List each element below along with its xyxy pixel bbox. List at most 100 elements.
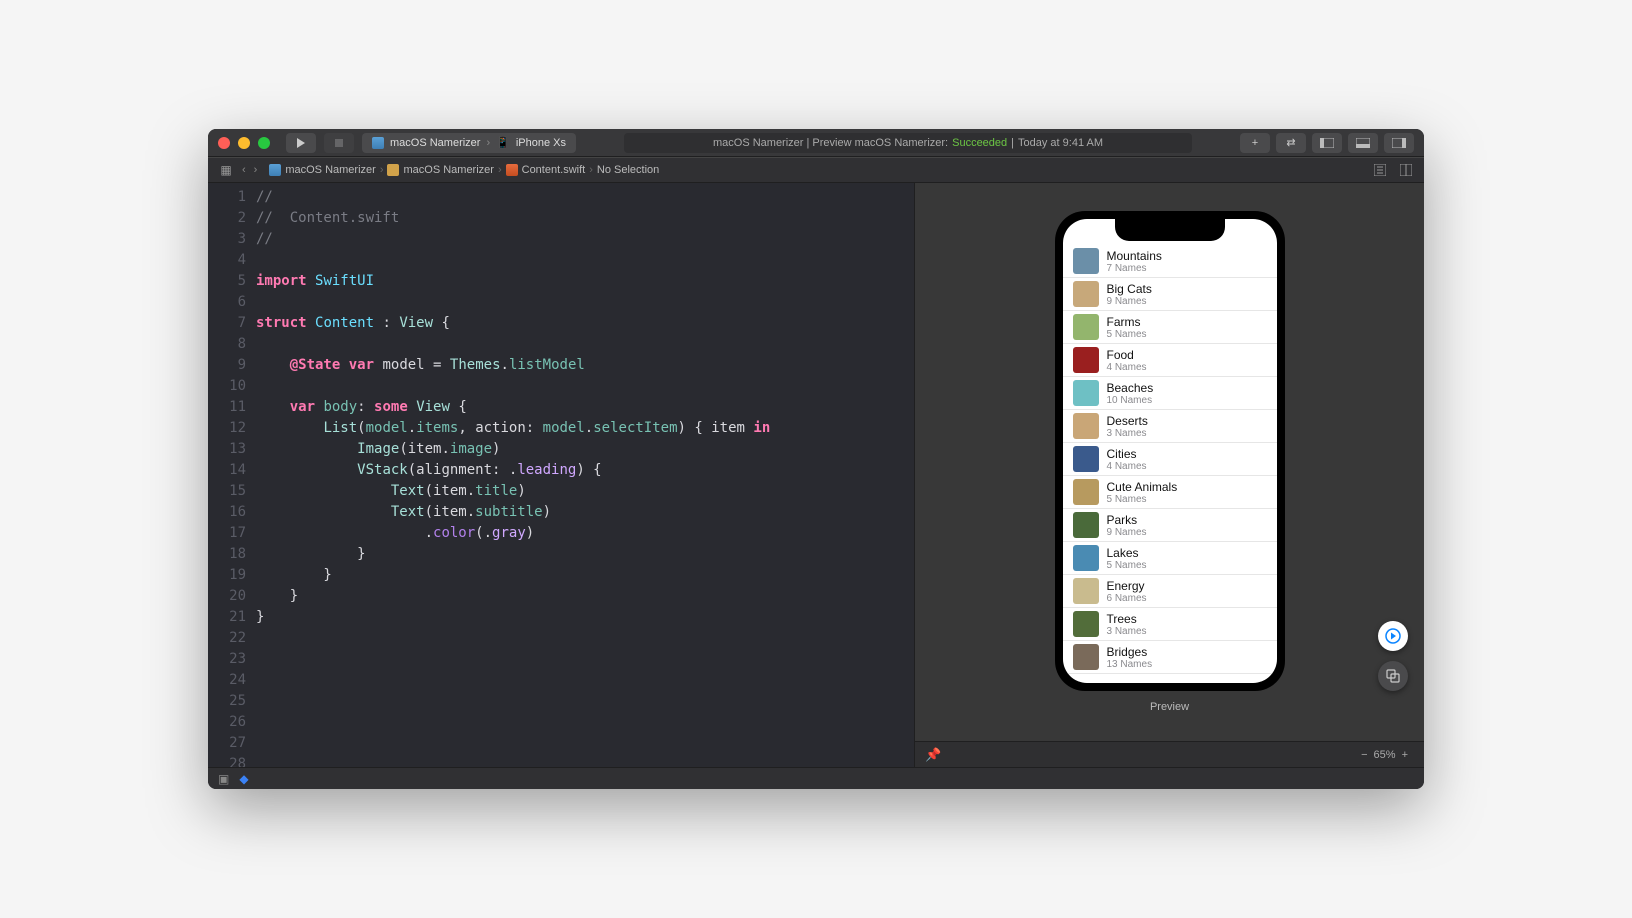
breadcrumb-label: Content.swift <box>522 164 586 176</box>
list-item[interactable]: Parks9 Names <box>1063 509 1277 542</box>
list-item[interactable]: Cities4 Names <box>1063 443 1277 476</box>
file-icon <box>506 164 518 176</box>
code-body[interactable]: //// Content.swift// import SwiftUI struct… <box>256 183 914 767</box>
list-item[interactable]: Farms5 Names <box>1063 311 1277 344</box>
code-line[interactable]: import SwiftUI <box>256 271 914 292</box>
list-item-title: Beaches <box>1107 381 1154 395</box>
list-item-title: Food <box>1107 348 1147 362</box>
scheme-selector[interactable]: macOS Namerizer › 📱 iPhone Xs <box>362 133 576 153</box>
toggle-right-panel[interactable] <box>1384 133 1414 153</box>
library-button[interactable]: + <box>1240 133 1270 153</box>
breadcrumb-item[interactable]: macOS Namerizer <box>387 164 493 176</box>
code-line[interactable] <box>256 292 914 313</box>
code-line[interactable]: Text(item.title) <box>256 481 914 502</box>
list-item-text: Cities4 Names <box>1107 447 1147 472</box>
related-items-button[interactable]: ▦ <box>216 161 236 179</box>
code-line[interactable]: } <box>256 586 914 607</box>
list-item[interactable]: Food4 Names <box>1063 344 1277 377</box>
line-number: 10 <box>212 376 246 397</box>
code-line[interactable]: } <box>256 565 914 586</box>
code-line[interactable] <box>256 334 914 355</box>
code-line[interactable] <box>256 754 914 767</box>
code-review-button[interactable]: ⇄ <box>1276 133 1306 153</box>
duplicate-preview-button[interactable] <box>1378 661 1408 691</box>
list-item[interactable]: Beaches10 Names <box>1063 377 1277 410</box>
adjust-editor-button[interactable] <box>1396 161 1416 179</box>
app-icon <box>372 137 384 149</box>
toggle-left-panel[interactable] <box>1312 133 1342 153</box>
list-item-text: Farms5 Names <box>1107 315 1147 340</box>
zoom-in-button[interactable]: + <box>1396 749 1414 761</box>
code-line[interactable]: // <box>256 229 914 250</box>
code-line[interactable]: } <box>256 607 914 628</box>
folder-icon <box>387 164 399 176</box>
breadcrumbs: macOS Namerizer›macOS Namerizer›Content.… <box>269 164 659 176</box>
list-item-text: Food4 Names <box>1107 348 1147 373</box>
list-item-subtitle: 9 Names <box>1107 296 1152 307</box>
code-line[interactable]: struct Content : View { <box>256 313 914 334</box>
list-item[interactable]: Energy6 Names <box>1063 575 1277 608</box>
code-line[interactable]: Image(item.image) <box>256 439 914 460</box>
line-number: 22 <box>212 628 246 649</box>
code-line[interactable]: var body: some View { <box>256 397 914 418</box>
code-line[interactable]: VStack(alignment: .leading) { <box>256 460 914 481</box>
list-item[interactable]: Bridges13 Names <box>1063 641 1277 674</box>
list-item-thumbnail <box>1073 479 1099 505</box>
pin-button[interactable]: 📌 <box>925 747 941 763</box>
code-editor[interactable]: 1234567891011121314151617181920212223242… <box>208 183 914 767</box>
code-line[interactable]: // Content.swift <box>256 208 914 229</box>
list-item[interactable]: Trees3 Names <box>1063 608 1277 641</box>
code-line[interactable]: Text(item.subtitle) <box>256 502 914 523</box>
preview-canvas[interactable]: Mountains7 NamesBig Cats9 Names Farms5 Na… <box>915 183 1424 741</box>
line-number: 2 <box>212 208 246 229</box>
zoom-level: 65% <box>1374 749 1396 761</box>
stop-button[interactable] <box>324 133 354 153</box>
list-item[interactable]: Deserts3 Names <box>1063 410 1277 443</box>
forward-button[interactable]: › <box>254 164 258 176</box>
list-item-subtitle: 7 Names <box>1107 263 1162 274</box>
list-item-subtitle: 13 Names <box>1107 659 1153 670</box>
close-window-button[interactable] <box>218 137 230 149</box>
code-line[interactable] <box>256 691 914 712</box>
code-line[interactable] <box>256 733 914 754</box>
list-item[interactable]: Mountains7 Names <box>1063 245 1277 278</box>
code-line[interactable] <box>256 670 914 691</box>
live-preview-button[interactable] <box>1378 621 1408 651</box>
list-item-thumbnail <box>1073 347 1099 373</box>
code-line[interactable] <box>256 376 914 397</box>
back-button[interactable]: ‹ <box>242 164 246 176</box>
code-line[interactable] <box>256 712 914 733</box>
toggle-bottom-panel[interactable] <box>1348 133 1378 153</box>
code-line[interactable]: // <box>256 187 914 208</box>
run-button[interactable] <box>286 133 316 153</box>
preview-label: Preview <box>1150 701 1189 713</box>
list-item[interactable]: Lakes5 Names <box>1063 542 1277 575</box>
list-item-text: Lakes5 Names <box>1107 546 1147 571</box>
code-line[interactable]: @State var model = Themes.listModel <box>256 355 914 376</box>
code-line[interactable]: } <box>256 544 914 565</box>
list-item-text: Cute Animals5 Names <box>1107 480 1178 505</box>
breakpoint-menu[interactable]: ▣ <box>218 772 229 786</box>
breadcrumb-item[interactable]: macOS Namerizer <box>269 164 375 176</box>
code-line[interactable] <box>256 649 914 670</box>
zoom-out-button[interactable]: − <box>1355 749 1373 761</box>
list-item[interactable]: Cute Animals5 Names <box>1063 476 1277 509</box>
line-number: 14 <box>212 460 246 481</box>
code-line[interactable]: .color(.gray) <box>256 523 914 544</box>
code-line[interactable] <box>256 628 914 649</box>
list-item-thumbnail <box>1073 545 1099 571</box>
code-line[interactable]: List(model.items, action: model.selectIt… <box>256 418 914 439</box>
zoom-window-button[interactable] <box>258 137 270 149</box>
code-line[interactable] <box>256 250 914 271</box>
minimize-window-button[interactable] <box>238 137 250 149</box>
list-item-thumbnail <box>1073 512 1099 538</box>
line-number: 11 <box>212 397 246 418</box>
history-nav: ‹ › <box>242 164 257 176</box>
list-item-title: Parks <box>1107 513 1147 527</box>
minimap-button[interactable] <box>1370 161 1390 179</box>
breadcrumb-item[interactable]: Content.swift <box>506 164 586 176</box>
breadcrumb-item[interactable]: No Selection <box>597 164 659 176</box>
list-item[interactable]: Big Cats9 Names <box>1063 278 1277 311</box>
debug-bar-item[interactable]: ◆ <box>239 772 248 786</box>
line-number: 17 <box>212 523 246 544</box>
